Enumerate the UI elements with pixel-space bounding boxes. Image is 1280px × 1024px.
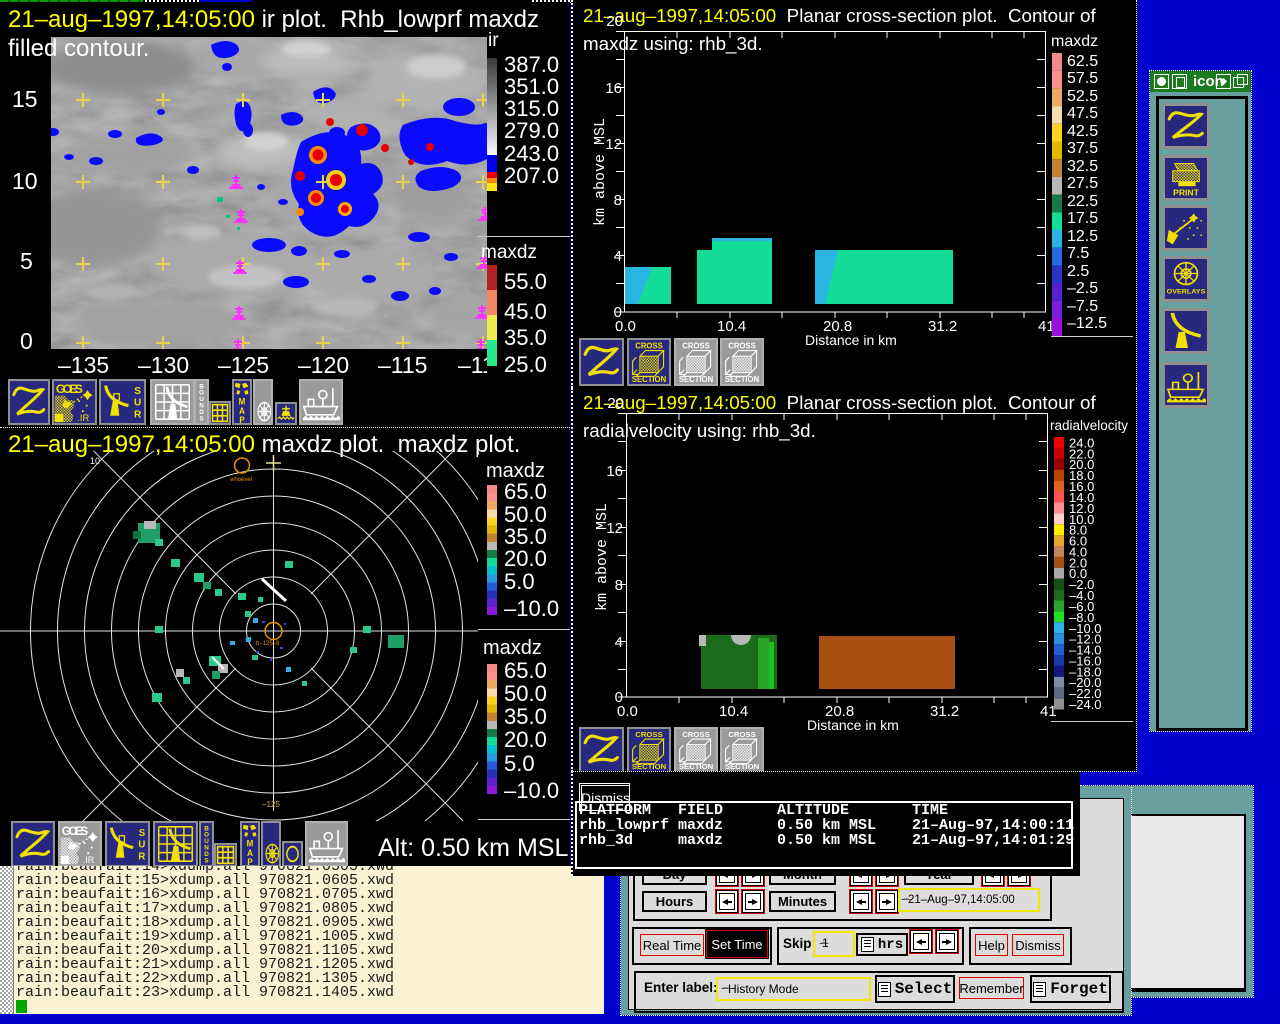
svg-text:20: 20 (606, 13, 623, 30)
svg-text:31.2: 31.2 (930, 703, 959, 720)
svg-text:km above MSL: km above MSL (594, 503, 611, 611)
svg-text:31.2: 31.2 (928, 318, 957, 335)
svg-text:22.5: 22.5 (1067, 193, 1098, 210)
svg-text:32.5: 32.5 (1067, 158, 1098, 175)
svg-text:0.0: 0.0 (615, 318, 636, 335)
svg-text:8: 8 (615, 577, 623, 594)
svg-text:whoever: whoever (229, 477, 253, 483)
svg-text:42.5: 42.5 (1067, 123, 1098, 140)
svg-text:–2.5: –2.5 (1067, 280, 1098, 297)
svg-text:37.5: 37.5 (1067, 140, 1098, 157)
svg-text:16: 16 (605, 80, 622, 97)
svg-text:–12.5: –12.5 (1067, 315, 1107, 332)
svg-text:52.5: 52.5 (1067, 88, 1098, 105)
svg-text:maxdz: maxdz (1051, 33, 1098, 50)
svg-text:–7.5: –7.5 (1067, 298, 1098, 315)
svg-text:62.5: 62.5 (1067, 53, 1098, 70)
svg-text:47.5: 47.5 (1067, 105, 1098, 122)
svg-text:0.0: 0.0 (617, 703, 638, 720)
svg-text:12.5: 12.5 (1067, 228, 1098, 245)
svg-text:2.5: 2.5 (1067, 263, 1089, 280)
svg-text:17.5: 17.5 (1067, 210, 1098, 227)
svg-text:b–125–8: b–125–8 (256, 641, 280, 647)
svg-text:10.4: 10.4 (717, 318, 746, 335)
svg-text:20: 20 (607, 395, 624, 412)
svg-text:km above MSL: km above MSL (592, 118, 609, 226)
svg-text:4: 4 (615, 634, 623, 651)
svg-text:7.5: 7.5 (1067, 245, 1089, 262)
svg-text:57.5: 57.5 (1067, 70, 1098, 87)
svg-text:–125: –125 (262, 800, 280, 809)
svg-text:8: 8 (614, 192, 622, 209)
svg-text:10.4: 10.4 (719, 703, 748, 720)
svg-text:4: 4 (614, 248, 622, 265)
svg-text:16: 16 (606, 463, 623, 480)
svg-text:27.5: 27.5 (1067, 175, 1098, 192)
svg-text:radialvelocity: radialvelocity (1050, 418, 1128, 433)
svg-text:–24.0: –24.0 (1069, 697, 1102, 712)
